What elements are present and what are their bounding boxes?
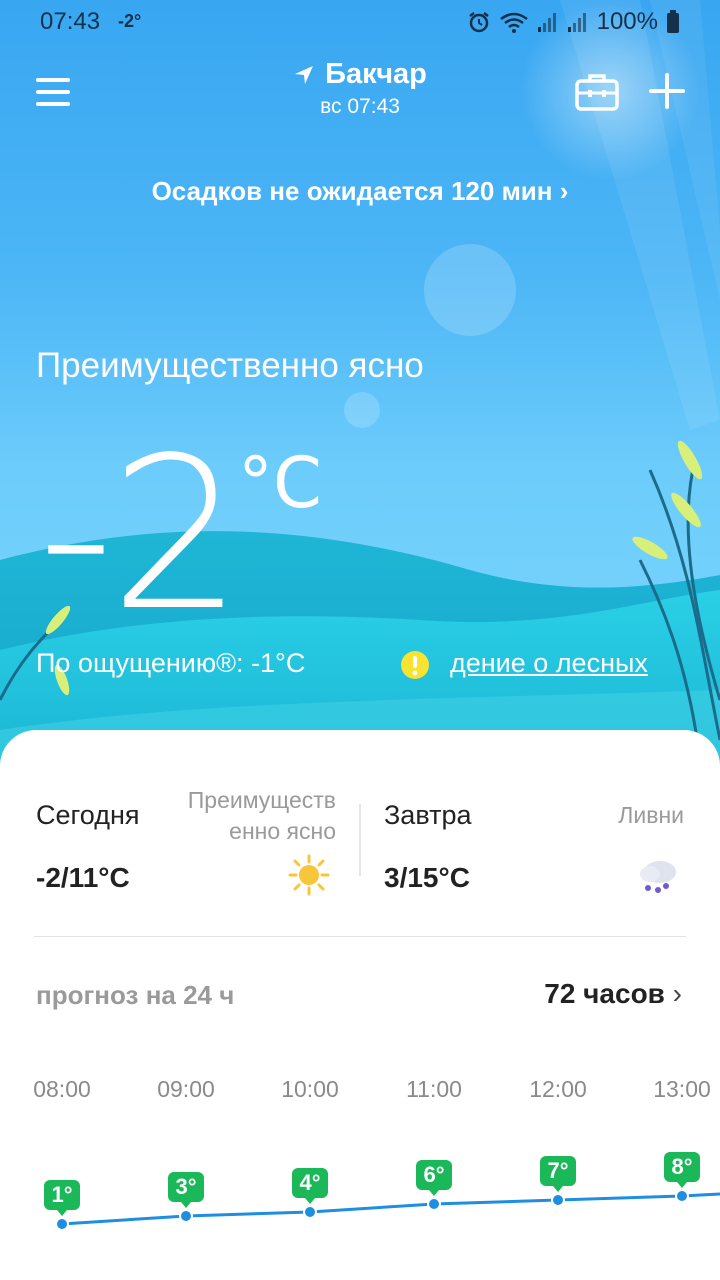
current-temperature: -2 bbox=[38, 412, 243, 657]
hour-label: 12:00 bbox=[529, 1076, 587, 1102]
tomorrow-condition: Ливни bbox=[618, 802, 684, 828]
alarm-icon bbox=[468, 12, 489, 33]
forecast-title: прогноз на 24 ч bbox=[36, 980, 235, 1010]
add-city-button[interactable] bbox=[648, 72, 686, 110]
weather-hero: 07:43 -2° 100% Бакчар вс 07:43 Осадков н… bbox=[0, 0, 720, 780]
section-divider bbox=[34, 936, 686, 937]
toolbox-button[interactable] bbox=[574, 72, 620, 112]
signal-icon bbox=[537, 13, 556, 32]
city-name[interactable]: Бакчар bbox=[325, 58, 427, 91]
temperature-line bbox=[61, 1192, 720, 1226]
hour-label: 08:00 bbox=[33, 1076, 91, 1102]
hour-label: 11:00 bbox=[406, 1076, 462, 1102]
rain-cloud-icon bbox=[640, 861, 676, 893]
precipitation-notice[interactable]: Осадков не ожидается 120 мин › bbox=[0, 176, 720, 207]
temperature-point bbox=[427, 1197, 441, 1211]
chevron-right-icon: › bbox=[559, 176, 569, 206]
sun-icon bbox=[288, 854, 330, 896]
temperature-point bbox=[55, 1217, 69, 1231]
temperature-point bbox=[551, 1193, 565, 1207]
precipitation-text: Осадков не ожидается 120 мин bbox=[151, 176, 553, 206]
current-condition: Преимущественно ясно bbox=[36, 346, 424, 385]
72-hours-link[interactable]: 72 часов › bbox=[544, 978, 682, 1010]
wifi-icon bbox=[499, 12, 528, 33]
hour-label: 09:00 bbox=[157, 1076, 215, 1102]
hour-label: 13:00 bbox=[653, 1076, 711, 1102]
status-bar: 07:43 -2° 100% bbox=[0, 0, 720, 44]
today-condition: Преимуществ енно ясно bbox=[187, 787, 336, 844]
temperature-point bbox=[303, 1205, 317, 1219]
signal-2-icon bbox=[567, 13, 586, 32]
temperature-point bbox=[179, 1209, 193, 1223]
72-hours-label: 72 часов bbox=[544, 978, 665, 1009]
hourly-temperature-chart bbox=[55, 1189, 720, 1231]
chevron-right-icon: › bbox=[672, 978, 682, 1009]
warning-icon bbox=[401, 651, 429, 679]
weather-alert-link[interactable]: дение о лесных bbox=[450, 648, 682, 679]
status-time: 07:43 bbox=[40, 8, 101, 35]
temperature-unit: °C bbox=[238, 442, 322, 524]
battery-icon bbox=[667, 10, 679, 33]
hour-label: 10:00 bbox=[281, 1076, 339, 1102]
today-temp: -2/11°C bbox=[36, 862, 130, 893]
feels-like: По ощущению®: -1°C bbox=[36, 648, 306, 678]
today-label: Сегодня bbox=[36, 800, 140, 830]
tomorrow-temp: 3/15°C bbox=[384, 862, 470, 893]
status-temp: -2° bbox=[118, 11, 142, 31]
location-arrow-icon bbox=[295, 65, 314, 84]
tomorrow-label: Завтра bbox=[384, 800, 472, 830]
temperature-point bbox=[675, 1189, 689, 1203]
day-divider bbox=[359, 804, 361, 876]
battery-percent: 100% bbox=[596, 8, 658, 35]
